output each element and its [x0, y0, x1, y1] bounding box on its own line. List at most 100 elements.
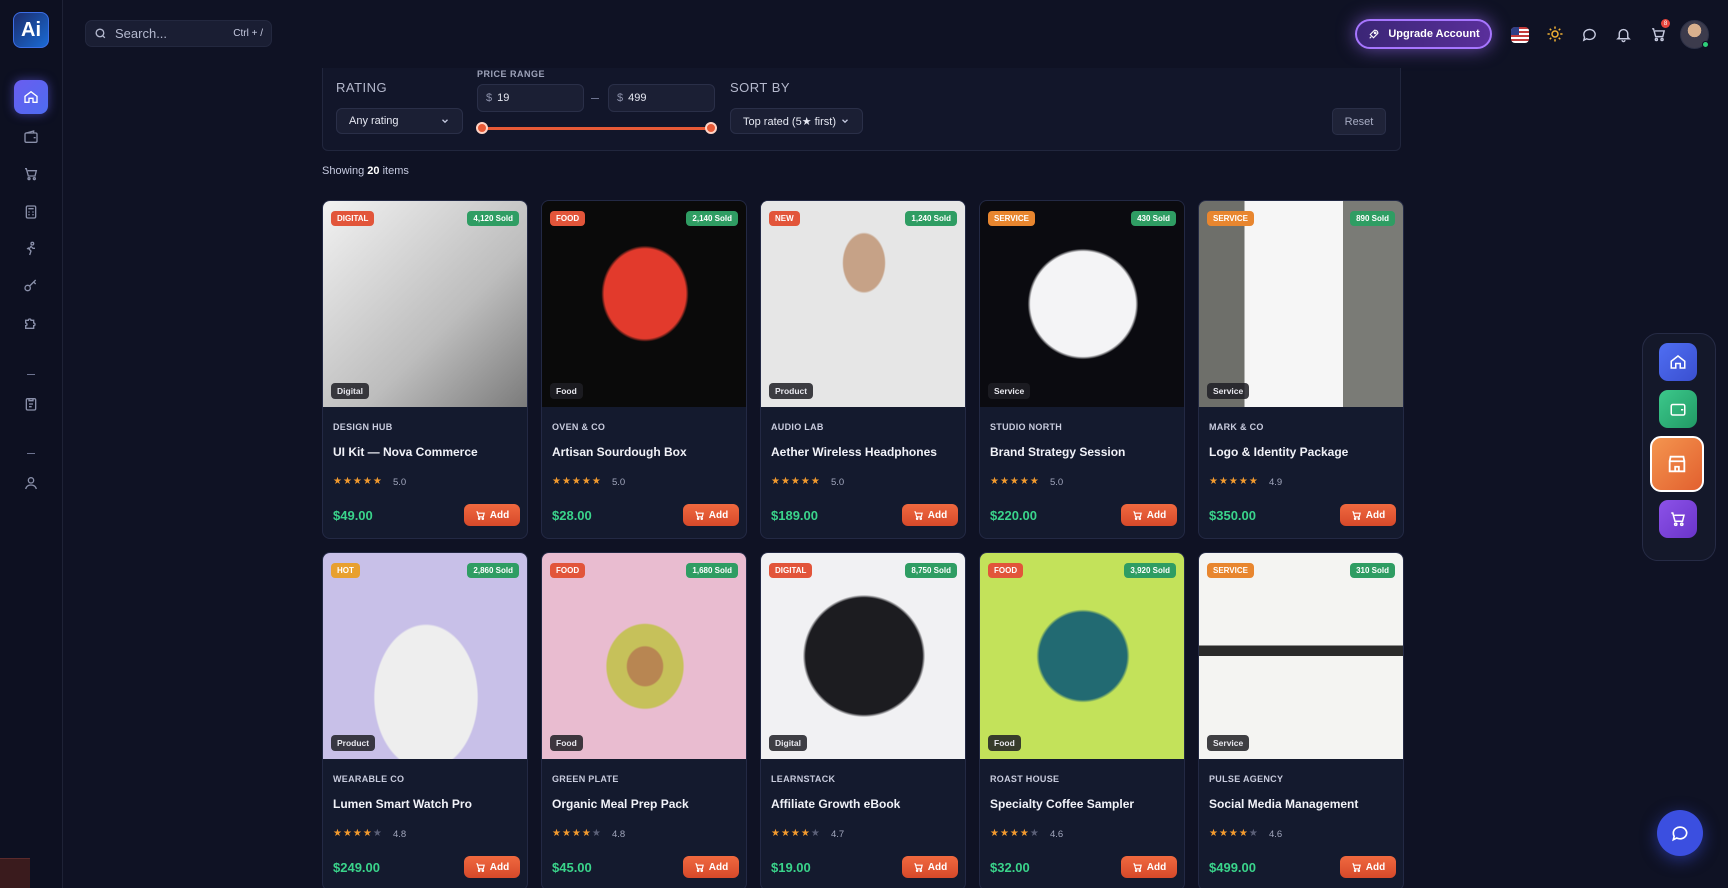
currency-symbol: $	[486, 92, 493, 104]
product-card[interactable]: FOOD 2,140 Sold Food OVEN & CO Artisan Sourd…	[541, 200, 747, 539]
rating-value: 5.0	[1050, 477, 1064, 488]
product-image[interactable]	[323, 201, 527, 407]
dock-wallet-button[interactable]	[1659, 390, 1697, 428]
sort-select[interactable]: Top rated (5★ first)	[730, 108, 863, 134]
product-image[interactable]	[761, 553, 965, 759]
store-icon	[1668, 455, 1686, 473]
product-image[interactable]	[323, 553, 527, 759]
add-to-cart-button[interactable]: Add	[1340, 856, 1396, 878]
support-chat-button[interactable]	[1657, 810, 1703, 856]
product-price: $350.00	[1209, 508, 1256, 523]
product-image[interactable]	[761, 201, 965, 407]
product-image[interactable]	[542, 553, 746, 759]
sidebar: Ai	[0, 0, 63, 888]
chat-icon	[1582, 28, 1596, 41]
product-image[interactable]	[980, 553, 1184, 759]
theme-toggle[interactable]	[1545, 24, 1565, 44]
product-name[interactable]: Organic Meal Prep Pack	[552, 797, 689, 811]
add-label: Add	[1146, 509, 1167, 521]
product-card[interactable]: SERVICE 430 Sold Service STUDIO NORTH Brand …	[979, 200, 1185, 539]
search-bar[interactable]: Search... Ctrl + /	[85, 20, 272, 47]
product-name[interactable]: Lumen Smart Watch Pro	[333, 797, 472, 811]
add-to-cart-button[interactable]: Add	[683, 504, 739, 526]
price-max-input[interactable]: $ 499	[608, 84, 715, 112]
dock-cart-button[interactable]	[1659, 500, 1697, 538]
sidebar-item-profile[interactable]	[14, 466, 48, 500]
clipboard-icon	[25, 398, 37, 411]
reset-filters-button[interactable]: Reset	[1332, 108, 1386, 135]
product-name[interactable]: Brand Strategy Session	[990, 445, 1125, 459]
wallet-icon	[24, 130, 38, 143]
category-chip: Service	[1207, 735, 1250, 751]
add-to-cart-button[interactable]: Add	[683, 856, 739, 878]
product-name[interactable]: Social Media Management	[1209, 797, 1358, 811]
add-to-cart-button[interactable]: Add	[1121, 504, 1177, 526]
star-rating: ★★★★★	[1209, 476, 1259, 487]
sidebar-item-wallet[interactable]	[14, 120, 48, 154]
product-card[interactable]: FOOD 1,680 Sold Food GREEN PLATE Organic Mea…	[541, 552, 747, 888]
search-input[interactable]: Search...	[115, 26, 233, 41]
rating-value: 4.8	[612, 829, 626, 840]
language-flag-icon[interactable]	[1511, 27, 1529, 43]
category-chip: Food	[550, 735, 583, 751]
sidebar-divider	[27, 374, 35, 375]
price-range-track[interactable]	[482, 127, 712, 130]
notifications-button[interactable]	[1613, 24, 1633, 44]
rating-filter-label: RATING	[336, 80, 388, 95]
product-card[interactable]: SERVICE 890 Sold Service MARK & CO Logo & Id…	[1198, 200, 1404, 539]
product-name[interactable]: UI Kit — Nova Commerce	[333, 445, 478, 459]
cart-icon	[914, 510, 923, 520]
product-card[interactable]: FOOD 3,920 Sold Food ROAST HOUSE Specialty C…	[979, 552, 1185, 888]
dock-home-button[interactable]	[1659, 343, 1697, 381]
app-logo[interactable]: Ai	[13, 12, 49, 48]
product-image[interactable]	[542, 201, 746, 407]
messages-button[interactable]	[1579, 24, 1599, 44]
sidebar-item-clipboard[interactable]	[14, 387, 48, 421]
sidebar-item-home[interactable]	[14, 80, 48, 114]
price-min-input[interactable]: $ 19	[477, 84, 584, 112]
product-card[interactable]: SERVICE 310 Sold Service PULSE AGENCY Social…	[1198, 552, 1404, 888]
bell-icon	[1615, 28, 1631, 42]
laravel-icon[interactable]	[0, 858, 30, 888]
add-to-cart-button[interactable]: Add	[902, 504, 958, 526]
add-to-cart-button[interactable]: Add	[464, 856, 520, 878]
dock-store-button[interactable]	[1650, 436, 1704, 492]
price-max-handle[interactable]	[705, 122, 717, 134]
product-image[interactable]	[1199, 201, 1403, 407]
upgrade-account-button[interactable]: Upgrade Account	[1355, 19, 1492, 49]
sidebar-item-plugins[interactable]	[14, 306, 48, 340]
price-min-handle[interactable]	[476, 122, 488, 134]
product-image[interactable]	[1199, 553, 1403, 759]
results-suffix: items	[382, 165, 409, 177]
add-to-cart-button[interactable]: Add	[902, 856, 958, 878]
sidebar-item-calculator[interactable]	[14, 195, 48, 229]
product-name[interactable]: Aether Wireless Headphones	[771, 445, 937, 459]
product-name[interactable]: Affiliate Growth eBook	[771, 797, 900, 811]
product-name[interactable]: Logo & Identity Package	[1209, 445, 1348, 459]
sidebar-item-keys[interactable]	[14, 269, 48, 303]
add-to-cart-button[interactable]: Add	[1340, 504, 1396, 526]
sold-count-badge: 8,750 Sold	[905, 563, 957, 578]
rating-select-value: Any rating	[349, 115, 399, 127]
sidebar-item-cart[interactable]	[14, 157, 48, 191]
add-to-cart-button[interactable]: Add	[1121, 856, 1177, 878]
product-badge: DIGITAL	[331, 211, 375, 226]
product-image[interactable]	[980, 201, 1184, 407]
product-card[interactable]: DIGITAL 4,120 Sold Digital DESIGN HUB UI Kit…	[322, 200, 528, 539]
sidebar-item-activity[interactable]	[14, 232, 48, 266]
product-card[interactable]: DIGITAL 8,750 Sold Digital LEARNSTACK Affili…	[760, 552, 966, 888]
product-price: $19.00	[771, 860, 811, 875]
vendor-name: OVEN & CO	[552, 422, 606, 432]
product-card[interactable]: HOT 2,860 Sold Product WEARABLE CO Lumen Sma…	[322, 552, 528, 888]
rating-select[interactable]: Any rating	[336, 108, 463, 134]
cart-icon	[1352, 862, 1361, 872]
product-price: $220.00	[990, 508, 1037, 523]
product-name[interactable]: Artisan Sourdough Box	[552, 445, 687, 459]
product-name[interactable]: Specialty Coffee Sampler	[990, 797, 1134, 811]
product-card[interactable]: NEW 1,240 Sold Product AUDIO LAB Aether Wire…	[760, 200, 966, 539]
cart-icon	[476, 862, 485, 872]
add-to-cart-button[interactable]: Add	[464, 504, 520, 526]
category-chip: Service	[1207, 383, 1250, 399]
price-range-label: PRICE RANGE	[477, 69, 546, 79]
rocket-icon	[1369, 29, 1379, 39]
